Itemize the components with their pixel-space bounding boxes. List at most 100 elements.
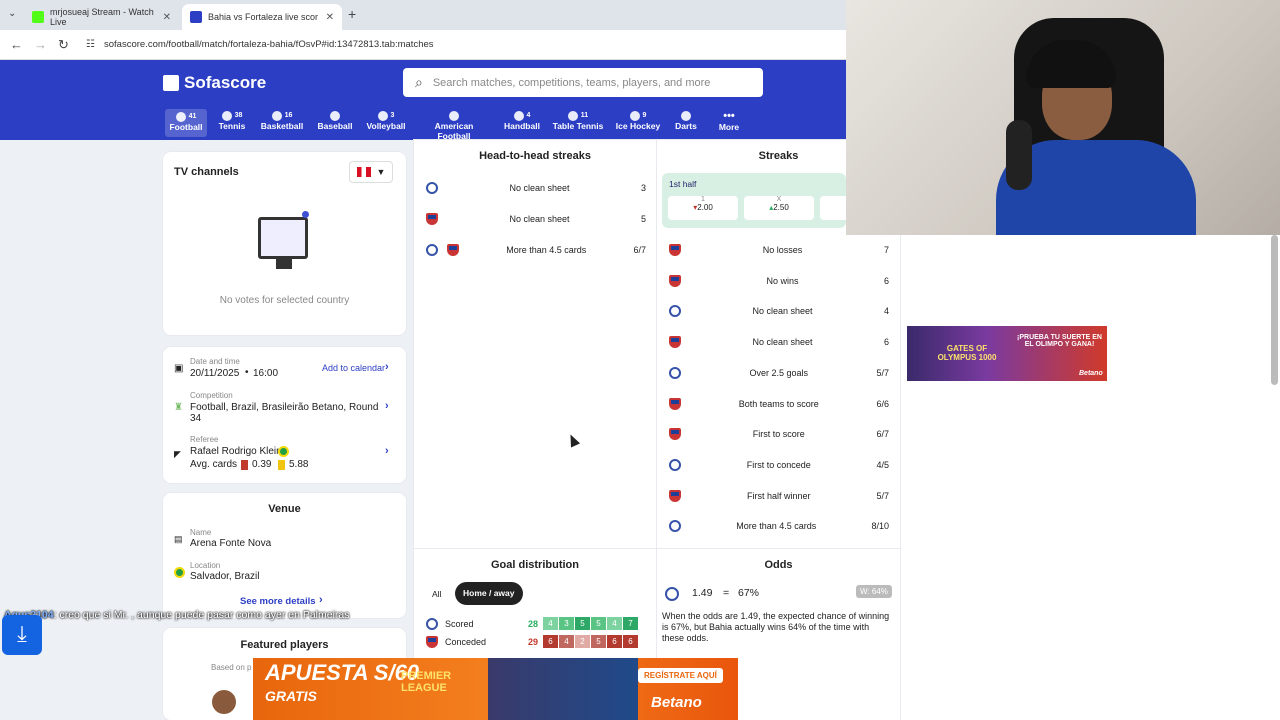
tab-title: mrjosueaj Stream - Watch Live bbox=[50, 7, 154, 27]
handball-icon bbox=[513, 110, 524, 121]
see-more-details-link[interactable]: See more details bbox=[240, 596, 316, 607]
sport-tab-ice-hockey[interactable]: 9 Ice Hockey bbox=[614, 110, 662, 131]
peru-flag-icon bbox=[356, 167, 371, 177]
search-input[interactable]: ⌕ Search matches, competitions, teams, p… bbox=[403, 68, 763, 97]
betano-bottom-ad[interactable]: APUESTA S/60 GRATIS PREMIER LEAGUE REGÍS… bbox=[253, 658, 738, 720]
tab-list-chevron-icon[interactable]: ⌄ bbox=[8, 8, 16, 19]
sport-label: Table Tennis bbox=[552, 120, 604, 131]
streak-row-value: 7 bbox=[883, 245, 889, 255]
url-field[interactable]: sofascore.com/football/match/fortaleza-b… bbox=[104, 39, 434, 50]
referee-name[interactable]: Rafael Rodrigo Klein bbox=[190, 446, 282, 457]
back-arrow-icon[interactable]: ← bbox=[10, 37, 23, 52]
forward-arrow-icon[interactable]: → bbox=[34, 37, 47, 52]
sport-tab-tennis[interactable]: 38 Tennis bbox=[214, 110, 250, 131]
odds-button-1[interactable]: 1 ▾2.00 bbox=[668, 196, 738, 220]
streak-row-value: 6/7 bbox=[876, 429, 889, 440]
sport-label: Baseball bbox=[317, 120, 353, 131]
ad-brand: Betano bbox=[651, 694, 702, 711]
h2h-row: No clean sheet 3 bbox=[426, 182, 646, 194]
goal-box: 4 bbox=[559, 635, 574, 648]
venue-location-label: Location bbox=[190, 561, 221, 570]
more-dots-icon: ••• bbox=[723, 110, 735, 122]
sport-tab-more[interactable]: ••• More bbox=[714, 110, 744, 132]
streak-row-value: 6 bbox=[883, 275, 889, 286]
sport-count: 16 bbox=[284, 112, 293, 120]
sport-tab-basketball[interactable]: 16 Basketball bbox=[259, 110, 305, 131]
fortaleza-crest-icon bbox=[669, 336, 681, 349]
sport-tab-volleyball[interactable]: 3 Volleyball bbox=[365, 110, 407, 131]
close-tab-icon[interactable]: ✕ bbox=[326, 12, 334, 23]
competition-value[interactable]: Football, Brazil, Brasileirão Betano, Ro… bbox=[190, 402, 380, 424]
odds-button-2[interactable] bbox=[820, 196, 846, 220]
tab-title: Bahia vs Fortaleza live score, H... bbox=[208, 12, 318, 22]
bahia-crest-icon bbox=[665, 587, 679, 601]
ad-text: ¡PRUEBA TU SUERTE EN EL OLIMPO Y GANA! bbox=[1017, 334, 1102, 348]
filter-home-away-button[interactable]: Home / away bbox=[455, 582, 523, 605]
sport-label: Volleyball bbox=[366, 120, 406, 131]
country-select[interactable]: ▼ bbox=[349, 161, 393, 183]
site-header: Sofascore ⌕ Search matches, competitions… bbox=[0, 60, 846, 141]
sport-tab-football[interactable]: 41 Football bbox=[165, 109, 207, 137]
goal-box: 6 bbox=[607, 635, 622, 648]
h2h-streaks-card: Head-to-head streaks No clean sheet 3 No… bbox=[414, 140, 656, 548]
download-icon[interactable]: ⤓ bbox=[2, 615, 42, 655]
referee-label: Referee bbox=[190, 435, 219, 444]
sport-tab-american-football[interactable]: American Football bbox=[418, 110, 490, 141]
time-value: 16:00 bbox=[253, 368, 279, 379]
chevron-right-icon[interactable]: › bbox=[385, 400, 389, 412]
player-avatar[interactable] bbox=[212, 690, 236, 714]
fortaleza-crest-icon bbox=[426, 635, 438, 648]
brazil-flag-icon bbox=[174, 567, 185, 578]
avg-cards-label: Avg. cards bbox=[190, 459, 238, 470]
add-to-calendar-link[interactable]: Add to calendar bbox=[322, 363, 385, 373]
red-card-icon bbox=[241, 460, 248, 470]
venue-location-value: Salvador, Brazil bbox=[190, 571, 260, 582]
sport-tab-table-tennis[interactable]: 11 Table Tennis bbox=[552, 110, 604, 131]
fortaleza-crest-icon bbox=[669, 274, 681, 287]
search-placeholder: Search matches, competitions, teams, pla… bbox=[432, 76, 711, 89]
streak-row: No clean sheet 4 bbox=[669, 305, 889, 318]
browser-address-bar: ← → ↻ ☷ sofascore.com/football/match/for… bbox=[0, 30, 846, 60]
site-info-icon[interactable]: ☷ bbox=[86, 39, 95, 50]
chevron-right-icon[interactable]: › bbox=[385, 445, 389, 457]
browser-tab-sofascore[interactable]: Bahia vs Fortaleza live score, H... ✕ bbox=[182, 4, 342, 30]
streak-row-label: No wins bbox=[766, 275, 799, 286]
close-tab-icon[interactable]: ✕ bbox=[163, 12, 171, 23]
featured-players-title: Featured players bbox=[240, 639, 329, 651]
streak-row-label: Both teams to score bbox=[738, 398, 819, 409]
sport-label: Tennis bbox=[218, 120, 246, 131]
streak-row: Both teams to score 6/6 bbox=[669, 397, 889, 410]
match-details-card: ▣ Date and time 20/11/2025 • 16:00 Add t… bbox=[163, 347, 406, 483]
equals-sign: = bbox=[723, 587, 730, 599]
sport-tab-baseball[interactable]: Baseball bbox=[314, 110, 356, 131]
date-label: Date and time bbox=[190, 357, 240, 366]
fortaleza-crest-icon bbox=[669, 244, 681, 256]
sofascore-logo[interactable]: Sofascore bbox=[163, 73, 266, 93]
ad-headline: APUESTA S/60 bbox=[265, 660, 420, 685]
ad-register-button[interactable]: REGÍSTRATE AQUÍ bbox=[638, 668, 723, 683]
reload-icon[interactable]: ↻ bbox=[58, 37, 69, 53]
fortaleza-crest-icon bbox=[669, 428, 681, 441]
conceded-boxes: 642566 bbox=[543, 635, 639, 648]
streak-row-label: First to concede bbox=[746, 459, 811, 470]
page-scrollbar[interactable] bbox=[1271, 235, 1278, 385]
microphone-icon bbox=[1006, 120, 1032, 190]
bahia-crest-icon bbox=[426, 182, 438, 194]
new-tab-plus-icon[interactable]: + bbox=[348, 6, 356, 22]
competition-label: Competition bbox=[190, 391, 233, 400]
conceded-total: 29 bbox=[528, 636, 539, 647]
filter-all-button[interactable]: All bbox=[426, 583, 447, 605]
browser-tab-stream[interactable]: mrjosueaj Stream - Watch Live ✕ bbox=[24, 4, 179, 30]
casino-ad-banner[interactable]: ¡PRUEBA TU SUERTE EN EL OLIMPO Y GANA! G… bbox=[907, 326, 1107, 381]
bahia-crest-icon bbox=[669, 520, 681, 533]
chevron-right-icon[interactable]: › bbox=[385, 361, 389, 373]
sport-tab-handball[interactable]: 4 Handball bbox=[502, 110, 542, 131]
odds-button-x[interactable]: X ▴2.50 bbox=[744, 196, 814, 220]
first-half-odds-panel: 1st half 1 ▾2.00 X ▴2.50 bbox=[662, 173, 846, 228]
h2h-row-value: 6/7 bbox=[633, 245, 646, 255]
darts-icon bbox=[681, 110, 691, 121]
scored-boxes: 435547 bbox=[543, 617, 639, 630]
odds-value: 2.00 bbox=[697, 203, 713, 212]
sport-tab-darts[interactable]: Darts bbox=[672, 110, 700, 131]
chevron-right-icon[interactable]: › bbox=[319, 594, 323, 606]
